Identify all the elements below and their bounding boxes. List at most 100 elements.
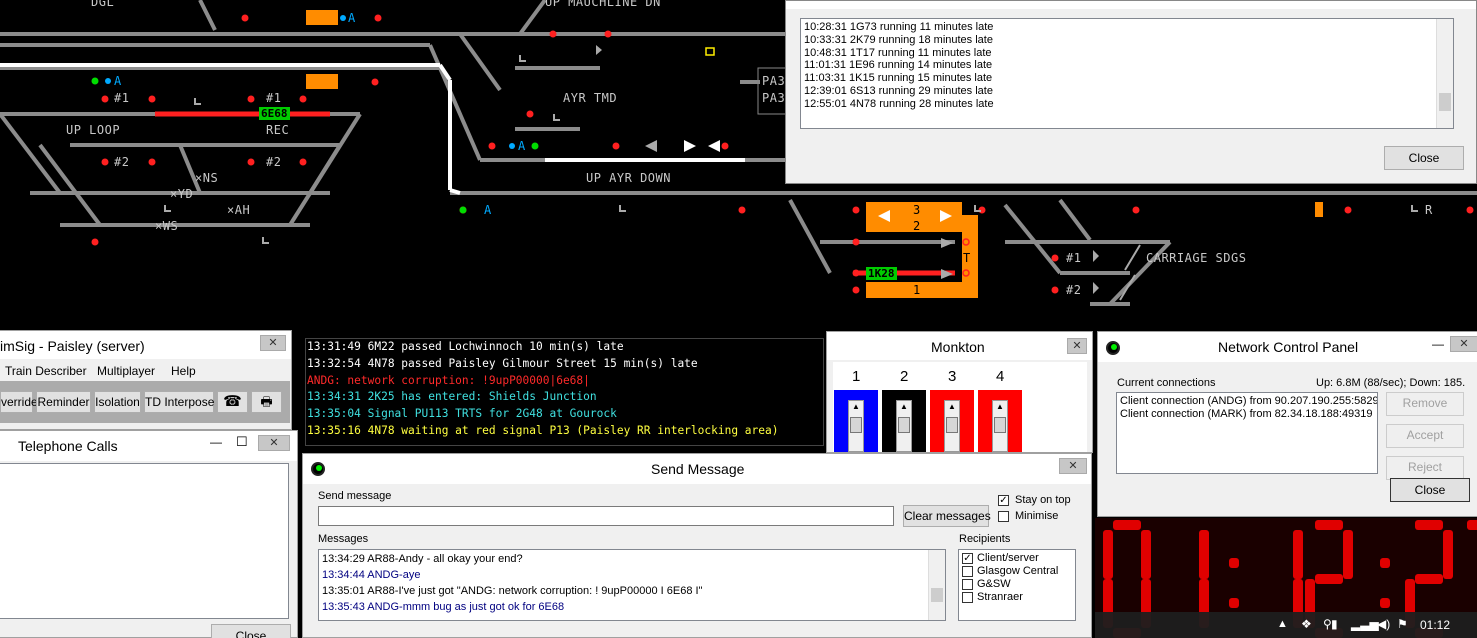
accept-button[interactable]: Accept <box>1386 424 1464 448</box>
simsig-menubar: Train Describer Multiplayer Help <box>0 361 290 379</box>
monkton-close-icon[interactable]: ✕ <box>1067 338 1087 354</box>
telephone-icon[interactable]: ☎ <box>217 391 248 413</box>
lever-2[interactable]: ▲ <box>882 390 926 452</box>
label-plat1: 1 <box>913 283 921 297</box>
label-carriage-sdgs: CARRIAGE SDGS <box>1146 251 1247 265</box>
lever-handle[interactable]: ▲ <box>896 400 912 452</box>
late-running-row: 10:28:31 1G73 running 11 minutes late <box>804 21 994 33</box>
connections-list[interactable]: Client connection (ANDG) from 90.207.190… <box>1116 392 1378 474</box>
simsig-main-window: imSig - Paisley (server) ✕ Train Describ… <box>0 330 292 430</box>
telephone-maximize-icon[interactable]: ☐ <box>236 434 248 450</box>
lever-handle[interactable]: ▲ <box>992 400 1008 452</box>
label-plat2: 2 <box>913 219 921 233</box>
lever-4[interactable]: ▲ <box>978 390 1022 452</box>
berth-6e68[interactable]: 6E68 <box>259 107 290 120</box>
reminder-button[interactable]: Reminder <box>36 391 91 413</box>
telephone-close-button[interactable]: Close <box>211 624 291 638</box>
recipient-checkbox[interactable] <box>962 566 973 577</box>
battery-icon[interactable]: ▮ <box>1331 617 1338 631</box>
send-message-input[interactable] <box>318 506 894 526</box>
send-status-icon <box>311 462 325 476</box>
connection-row[interactable]: Client connection (MARK) from 82.34.18.1… <box>1117 408 1377 421</box>
taskbar-time[interactable]: 01:12 <box>1420 618 1450 632</box>
printer-icon[interactable]: 🖶 <box>251 391 282 413</box>
late-close-button[interactable]: Close <box>1384 146 1464 170</box>
reject-button[interactable]: Reject <box>1386 456 1464 480</box>
recipient-item[interactable]: Stranraer <box>959 591 1075 604</box>
log-line: 13:35:04 Signal PU113 TRTS for 2G48 at G… <box>307 407 617 421</box>
menu-train-describer[interactable]: Train Describer <box>5 364 87 378</box>
recipient-checkbox[interactable] <box>962 592 973 603</box>
network-title: Network Control Panel <box>1218 339 1359 355</box>
send-close-icon[interactable]: ✕ <box>1059 458 1087 474</box>
network-close-icon[interactable]: ✕ <box>1450 336 1477 352</box>
network-control-window: Network Control Panel — ✕ Current connec… <box>1097 331 1477 517</box>
lever-3[interactable]: ▲ <box>930 390 974 452</box>
recipients-label: Recipients <box>959 533 1011 545</box>
clear-messages-button[interactable]: Clear messages <box>903 505 991 527</box>
minimise-label: Minimise <box>1015 510 1059 522</box>
telephone-title: Telephone Calls <box>18 438 118 454</box>
lever-number: 4 <box>996 368 1005 385</box>
signal-icon[interactable]: ▂▃▅ <box>1351 617 1379 631</box>
label-hash2-c: #2 <box>1066 283 1082 297</box>
label-up-ayr-down: UP AYR DOWN <box>586 171 671 185</box>
minimise-checkbox[interactable] <box>998 511 1009 522</box>
label-a2: A <box>114 74 122 88</box>
label-up-mauchline-dn: UP MAUCHLINE DN <box>545 0 661 9</box>
network-status-icon <box>1106 341 1120 355</box>
menu-multiplayer[interactable]: Multiplayer <box>97 364 155 378</box>
label-dgl: DGL <box>91 0 115 9</box>
recipient-checkbox[interactable]: ✓ <box>962 553 973 564</box>
label-ah: ×AH <box>227 203 251 217</box>
dropbox-icon[interactable]: ❖ <box>1301 617 1312 631</box>
remove-button[interactable]: Remove <box>1386 392 1464 416</box>
berth-1k28[interactable]: 1K28 <box>866 267 897 280</box>
connection-row[interactable]: Client connection (ANDG) from 90.207.190… <box>1117 395 1377 408</box>
label-a3: A <box>518 139 526 153</box>
send-message-window: Send Message ✕ Send message Clear messag… <box>302 453 1092 638</box>
lever-handle[interactable]: ▲ <box>848 400 864 452</box>
network-minimize-icon[interactable]: — <box>1432 337 1444 351</box>
recipient-checkbox[interactable] <box>962 579 973 590</box>
label-t: T <box>963 251 971 265</box>
tray-up-arrow-icon[interactable]: ▲ <box>1277 618 1288 630</box>
label-hash1-a: #1 <box>114 91 130 105</box>
recipient-item[interactable]: G&SW <box>959 578 1075 591</box>
log-line: ANDG: network corruption: !9upP00000|6e6… <box>307 373 590 387</box>
late-list-scrollbar[interactable] <box>1436 19 1453 128</box>
volume-icon[interactable]: ◀) <box>1377 617 1390 631</box>
messages-label: Messages <box>318 533 369 545</box>
lever-handle[interactable]: ▲ <box>944 400 960 452</box>
recipients-list[interactable]: ✓ Client/server Glasgow Central G&SW Stranra… <box>958 549 1076 621</box>
late-running-list[interactable]: 10:28:31 1G73 running 11 minutes late 10:… <box>800 18 1454 129</box>
monkton-window: Monkton ✕ 1 ▲ 2 ▲ 3 ▲ 4 ▲ <box>826 331 1093 453</box>
simsig-close-icon[interactable]: ✕ <box>260 335 286 351</box>
td-interpose-button[interactable]: TD Interpose <box>144 391 214 413</box>
label-a4: A <box>484 203 492 217</box>
messages-scrollbar[interactable] <box>928 550 945 620</box>
telephone-close-icon[interactable]: ✕ <box>258 435 290 451</box>
messages-list[interactable]: 13:34:29 AR88-Andy - all okay your end? 1… <box>318 549 946 621</box>
menu-help[interactable]: Help <box>171 364 196 378</box>
network-close-button[interactable]: Close <box>1390 478 1470 502</box>
override-button[interactable]: verride <box>0 391 38 413</box>
isolation-button[interactable]: Isolation <box>94 391 141 413</box>
lever-number: 1 <box>852 368 861 385</box>
recipient-item[interactable]: Glasgow Central <box>959 565 1075 578</box>
network-stats: Up: 6.8M (88/sec); Down: 185. <box>1316 377 1466 389</box>
taskbar: ▲ ❖ ⚲ ▮ ▂▃▅ ◀) ⚑ 01:12 <box>1095 612 1477 638</box>
current-connections-label: Current connections <box>1117 377 1216 389</box>
stay-on-top-checkbox[interactable]: ✓ <box>998 495 1009 506</box>
lever-1[interactable]: ▲ <box>834 390 878 452</box>
label-yd: ×YD <box>170 187 194 201</box>
late-running-row: 11:03:31 1K15 running 15 minutes late <box>804 72 993 85</box>
message-log[interactable]: 13:31:49 6M22 passed Lochwinnoch 10 min(… <box>305 338 824 446</box>
telephone-minimize-icon[interactable]: — <box>210 435 222 449</box>
message-row: 13:35:01 AR88-I've just got "ANDG: netwo… <box>322 585 703 597</box>
recipient-label: G&SW <box>977 578 1011 590</box>
telephone-calls-list[interactable] <box>0 463 289 619</box>
recipient-item[interactable]: ✓ Client/server <box>959 552 1075 565</box>
label-ns: ×NS <box>195 171 219 185</box>
flag-icon[interactable]: ⚑ <box>1397 617 1408 631</box>
